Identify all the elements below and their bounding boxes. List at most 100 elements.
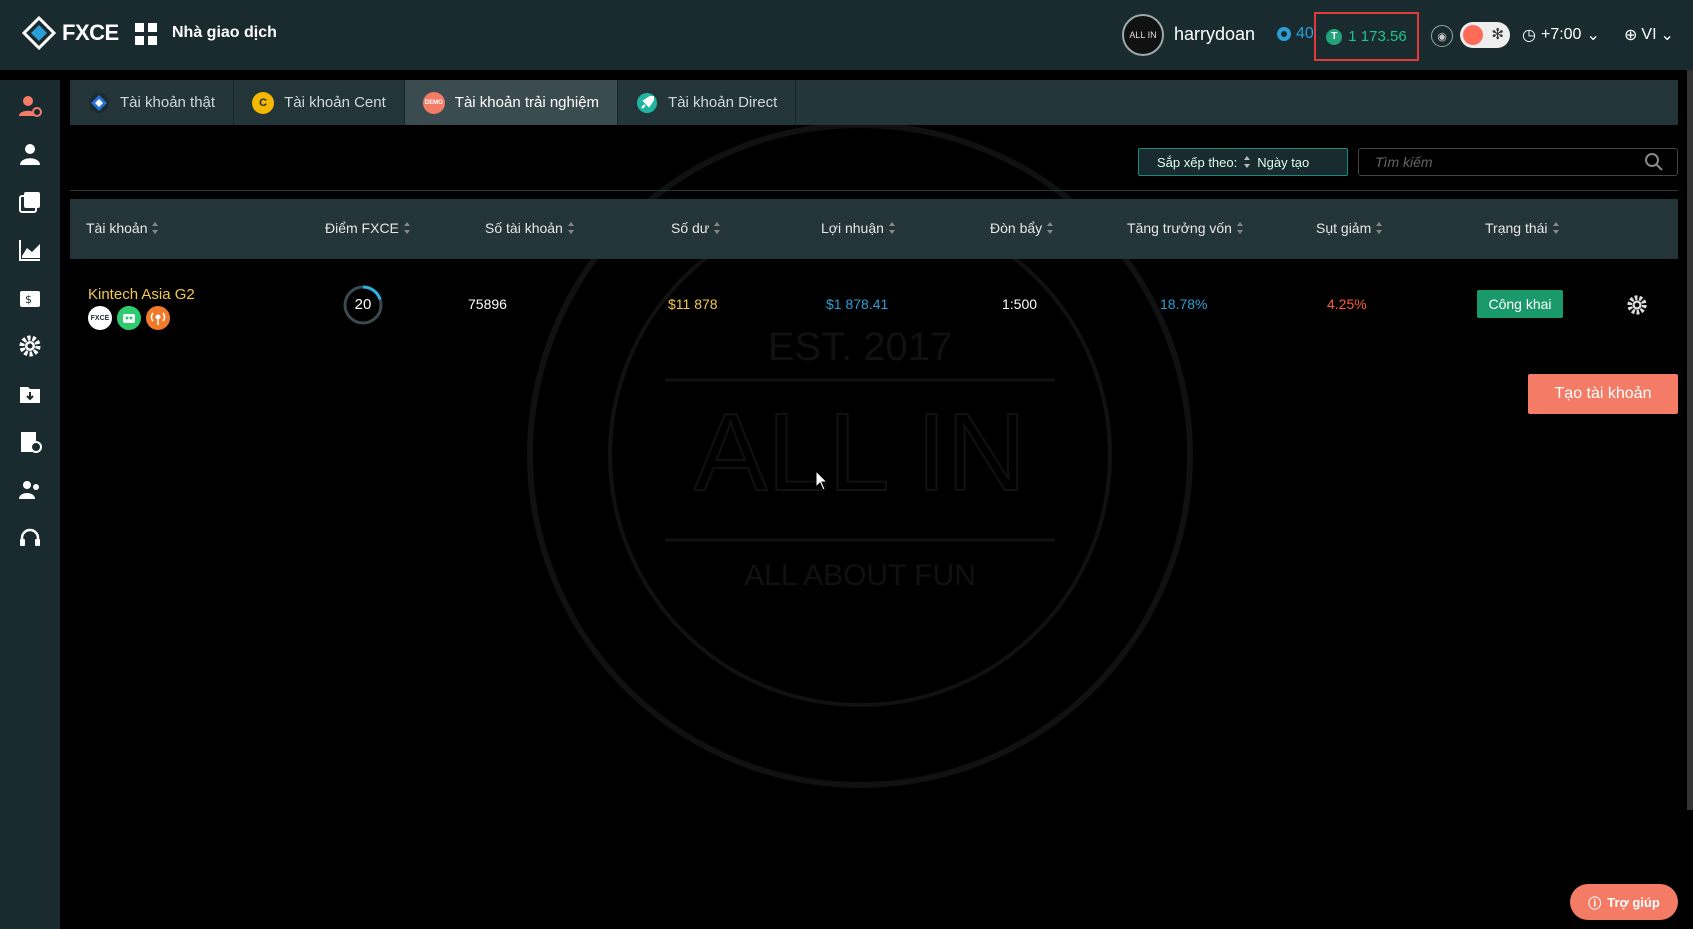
invoice-icon[interactable] [18,430,42,454]
demo-badge-icon: DEMO [422,91,445,114]
account-number: 75896 [468,296,507,312]
column-header[interactable]: Số tài khoản [485,220,575,236]
account-tabs: Tài khoản thật C Tài khoản Cent DEMO Tài… [70,80,1678,125]
gear-icon[interactable] [18,334,42,358]
help-button[interactable]: ⓘ Trợ giúp [1570,884,1678,920]
watermark-main: ALL IN [694,391,1026,514]
top-bar: FXCE Nhà giao dịch ALL IN harrydoan 40 T… [0,0,1693,70]
points-value: 40 [1296,25,1314,42]
fxce-logo-icon [22,16,56,50]
column-header[interactable]: Tăng trưởng vốn [1127,220,1244,236]
sort-label: Sắp xếp theo: [1157,154,1238,170]
column-header[interactable]: Điểm FXCE [325,220,411,236]
tab-label: Tài khoản thật [120,94,216,111]
column-label: Tăng trưởng vốn [1127,220,1232,236]
signal-cards-icon[interactable] [18,190,42,214]
points-badge[interactable]: 40 [1276,25,1314,43]
user-alert-icon[interactable] [18,94,42,118]
fxce-badge-icon: FXCE [88,306,112,330]
profit-cell: $1 878.41 [826,296,889,312]
column-label: Trạng thái [1485,220,1548,236]
column-header[interactable]: Tài khoản [86,220,159,236]
wallet-dollar-icon[interactable]: $ [18,286,42,310]
sort-icon [1236,222,1243,234]
signal-badge-icon [146,306,170,330]
robot-badge-icon [117,306,141,330]
eye-off-icon[interactable]: ◉ [1431,25,1453,47]
sort-icon [714,222,721,234]
growth-cell: 18.78% [1160,296,1208,312]
tether-coin-icon: T [1326,28,1343,45]
avatar[interactable]: ALL IN [1122,14,1164,56]
sort-icon [403,222,410,234]
column-label: Điểm FXCE [325,220,399,236]
balance-value: 1 173.56 [1348,28,1407,45]
balance-box[interactable]: T 1 173.56 [1314,12,1419,61]
gear-icon[interactable] [1626,294,1648,316]
scrollbar[interactable] [1687,70,1693,810]
sort-icon [1244,156,1251,168]
language-value: VI [1641,26,1657,43]
search-icon[interactable] [1644,152,1664,172]
tab-label: Tài khoản Cent [284,94,386,111]
timezone-value: +7:00 [1540,26,1582,43]
table-row[interactable]: Kintech Asia G2 FXCE 20 75896 $11 878 $1… [70,270,1678,340]
column-header[interactable]: Đòn bẩy [990,220,1054,236]
column-header[interactable]: Sụt giảm [1316,220,1383,236]
column-header[interactable]: Số dư [671,220,721,236]
theme-toggle[interactable]: ✻ [1460,22,1510,48]
rocket-icon [637,92,658,113]
cent-coin-icon: C [252,91,275,114]
sort-icon [152,222,159,234]
watermark-bottom: ALL ABOUT FUN [744,559,976,592]
clock-icon: ◷ [1522,27,1536,44]
username[interactable]: harrydoan [1174,24,1255,45]
drawdown-cell: 4.25% [1327,296,1367,312]
search-input[interactable] [1358,148,1678,176]
divider [70,190,1678,191]
user-icon[interactable] [18,142,42,166]
sidebar: $ [0,80,60,929]
folder-download-icon[interactable] [18,382,42,406]
sort-select[interactable]: Sắp xếp theo: Ngày tạo [1138,148,1348,176]
column-header[interactable]: Lợi nhuận [821,220,896,236]
app-title: Nhà giao dịch [172,24,277,41]
moon-icon [1463,25,1483,45]
leverage-cell: 1:500 [1002,296,1038,312]
logo[interactable]: FXCE [22,16,119,50]
chevron-down-icon: ⌄ [1586,27,1600,44]
apps-grid-icon[interactable] [134,22,158,46]
tab-label: Tài khoản trải nghiệm [454,94,600,111]
mouse-cursor-icon [815,470,829,491]
question-icon: ⓘ [1588,895,1602,911]
status-badge[interactable]: Công khai [1477,290,1563,318]
table-header: Tài khoản Điểm FXCE Số tài khoản Số dư L… [70,199,1678,259]
headset-icon[interactable] [18,526,42,550]
tab-real-account[interactable]: Tài khoản thật [70,80,235,125]
timezone-select[interactable]: ◷ +7:00 ⌄ [1522,25,1600,45]
sort-icon [1552,222,1559,234]
balance-cell: $11 878 [668,296,718,312]
create-account-button[interactable]: Tạo tài khoản [1528,374,1678,414]
column-label: Đòn bẩy [990,220,1043,236]
chevron-down-icon: ⌄ [1660,27,1674,44]
column-label: Sụt giảm [1316,220,1372,236]
account-name[interactable]: Kintech Asia G2 [88,286,195,303]
users-icon[interactable] [18,478,42,502]
chart-area-icon[interactable] [18,238,42,262]
language-select[interactable]: ⊕ VI ⌄ [1624,25,1674,45]
tab-direct-account[interactable]: Tài khoản Direct [618,80,797,125]
fxce-score: 20 [354,296,372,313]
tab-label: Tài khoản Direct [668,94,778,111]
sort-icon [1376,222,1383,234]
column-label: Số tài khoản [485,220,563,236]
tab-cent-account[interactable]: C Tài khoản Cent [234,80,405,125]
tab-demo-account[interactable]: DEMO Tài khoản trải nghiệm [404,80,619,125]
sort-icon [567,222,574,234]
help-label: Trợ giúp [1607,894,1660,910]
column-header[interactable]: Trạng thái [1485,220,1560,236]
sort-icon [1047,222,1054,234]
column-label: Lợi nhuận [821,220,884,236]
globe-icon: ⊕ [1624,27,1638,44]
avatar-text: ALL IN [1129,30,1157,40]
